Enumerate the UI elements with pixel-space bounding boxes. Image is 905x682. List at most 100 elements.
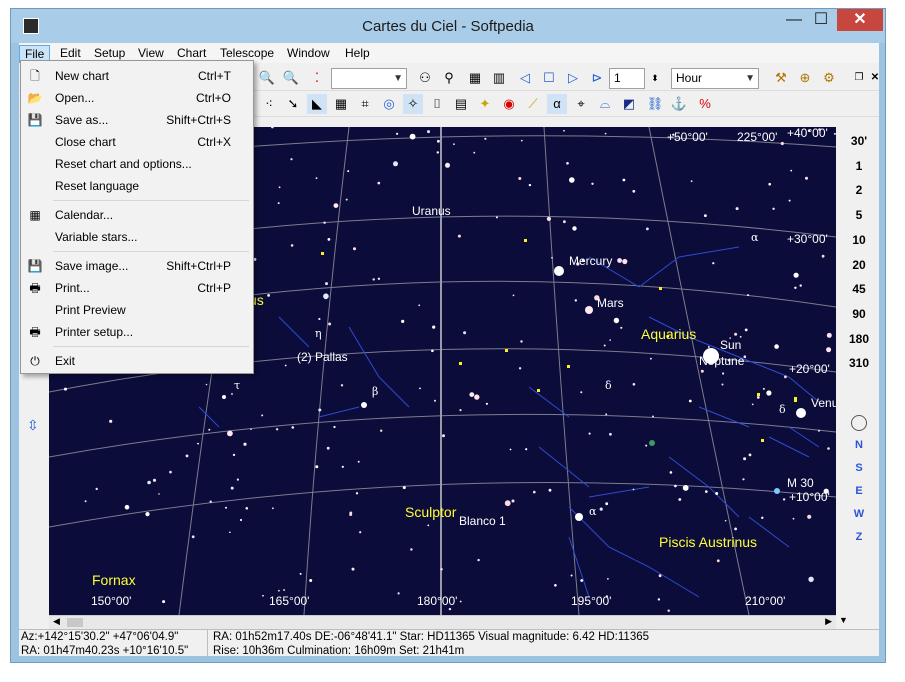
calendar-date-icon[interactable]: ▥ <box>489 68 509 88</box>
menu-window[interactable]: Window <box>282 45 335 63</box>
star <box>231 393 233 395</box>
fov-button[interactable]: 5 <box>839 208 879 222</box>
direction-button-z[interactable]: Z <box>851 531 867 547</box>
star <box>566 162 569 165</box>
fov-button[interactable]: 310 <box>839 356 879 370</box>
stars-icon[interactable]: ✦ <box>475 94 495 114</box>
file-menu-item-variable-stars[interactable]: Variable stars... <box>21 226 253 248</box>
horizontal-scrollbar[interactable]: ◀ ▶ <box>49 615 836 629</box>
step-back-icon[interactable]: ◁ <box>515 68 535 88</box>
file-menu-item-calendar[interactable]: ▦ Calendar... <box>21 204 253 226</box>
scroll-right-icon[interactable]: ▶ <box>825 616 832 627</box>
scroll-left-icon[interactable]: ◀ <box>53 616 60 627</box>
star <box>349 513 353 516</box>
step-value-input[interactable]: 1 <box>609 68 645 89</box>
direction-button-e[interactable]: E <box>851 485 867 501</box>
file-menu-item-print-preview[interactable]: Print Preview <box>21 299 253 321</box>
direction-button-n[interactable]: N <box>851 439 867 455</box>
fov-button[interactable]: 20 <box>839 258 879 272</box>
save-image-icon: 💾 <box>27 259 43 273</box>
star <box>572 226 577 231</box>
milky-way-icon[interactable]: ◣ <box>307 94 327 114</box>
star <box>827 447 830 450</box>
file-menu-item-close-chart[interactable]: Close chart Ctrl+X <box>21 131 253 153</box>
calendar-icon[interactable]: ▦ <box>465 68 485 88</box>
scroll-arrows-icon[interactable]: ⇳ <box>27 417 39 434</box>
zenith-globe-icon[interactable] <box>851 415 867 431</box>
file-menu-item-printer-setup[interactable]: 🖶 Printer setup... <box>21 321 253 343</box>
close-child-icon[interactable]: ✕ <box>865 68 885 88</box>
fov-button[interactable]: 2 <box>839 183 879 197</box>
anchor-icon[interactable]: ⚓ <box>669 94 689 114</box>
file-menu-item-print[interactable]: 🖶 Print... Ctrl+P <box>21 277 253 299</box>
fov-button[interactable]: 180 <box>839 332 879 346</box>
eq-grid-icon[interactable]: ⌗ <box>355 94 375 114</box>
constellation-lines-icon[interactable]: ✧ <box>403 94 423 114</box>
horizon-icon[interactable]: ⌓ <box>595 94 615 114</box>
observer-icon[interactable]: ⚲ <box>439 68 459 88</box>
fov-button[interactable]: 10 <box>839 233 879 247</box>
star <box>609 339 611 341</box>
fov-button[interactable]: 1 <box>839 159 879 173</box>
minor-body-marker <box>794 399 797 402</box>
star <box>147 480 151 485</box>
step-forward-icon[interactable]: ▷ <box>563 68 583 88</box>
file-menu-label: Print Preview <box>55 303 126 317</box>
grid-coordinate-label: 225°00' <box>737 130 777 144</box>
file-menu-item-reset-chart-and-options[interactable]: Reset chart and options... <box>21 153 253 175</box>
ruler-icon[interactable]: ⟋ <box>523 94 543 114</box>
star <box>440 568 443 571</box>
grid-icon[interactable]: ▦ <box>331 94 351 114</box>
scroll-thumb[interactable] <box>67 618 83 627</box>
constellation-line <box>708 486 740 518</box>
constellation-boundary-icon[interactable]: ⌷ <box>427 94 447 114</box>
close-button[interactable]: ✕ <box>837 9 883 31</box>
percent-icon[interactable]: % <box>695 94 715 114</box>
star <box>401 319 405 323</box>
title-bar[interactable]: Cartes du Ciel - Softpedia — ☐ ✕ <box>11 9 885 43</box>
star-pattern-icon[interactable]: ⁖ <box>259 94 279 114</box>
file-menu-item-save-as[interactable]: 💾 Save as... Shift+Ctrl+S <box>21 109 253 131</box>
fov-button[interactable]: 90 <box>839 307 879 321</box>
file-menu-shortcut: Ctrl+T <box>198 69 231 83</box>
minimize-button[interactable]: — <box>781 9 807 31</box>
fov-button[interactable]: 30' <box>839 134 879 148</box>
zoom-in-icon[interactable]: 🔍 <box>257 68 277 88</box>
compass-icon[interactable]: ◎ <box>379 94 399 114</box>
telescope-icon[interactable]: ⚒ <box>771 68 791 88</box>
maximize-button[interactable]: ☐ <box>807 9 835 31</box>
direction-button-w[interactable]: W <box>851 508 867 524</box>
telescope-sync-icon[interactable]: ⚙ <box>819 68 839 88</box>
scroll-down-icon[interactable]: ▼ <box>839 615 853 629</box>
binoculars-icon[interactable]: ⚇ <box>415 68 435 88</box>
stop-icon[interactable]: ☐ <box>539 68 559 88</box>
target-icon[interactable]: ⊕ <box>795 68 815 88</box>
file-menu-item-save-image[interactable]: 💾 Save image... Shift+Ctrl+P <box>21 255 253 277</box>
hatch-icon[interactable]: ▤ <box>451 94 471 114</box>
file-menu-item-open[interactable]: 📂 Open... Ctrl+O <box>21 87 253 109</box>
file-menu-shortcut: Ctrl+X <box>197 135 231 149</box>
menu-help[interactable]: Help <box>340 45 375 63</box>
ground-icon[interactable]: ◩ <box>619 94 639 114</box>
link-icon[interactable]: ⛓ <box>645 94 665 114</box>
fast-forward-icon[interactable]: ⊳ <box>587 68 607 88</box>
fov-button[interactable]: 45 <box>839 282 879 296</box>
pointer-icon[interactable]: ➘ <box>283 94 303 114</box>
file-menu-item-reset-language[interactable]: Reset language <box>21 175 253 197</box>
constellation-line <box>378 376 410 408</box>
star <box>724 519 727 522</box>
zoom-out-icon[interactable]: 🔍 <box>281 68 301 88</box>
direction-button-s[interactable]: S <box>851 462 867 478</box>
bullseye-icon[interactable]: ◉ <box>499 94 519 114</box>
constellation-line <box>318 406 360 418</box>
object-search-combo[interactable]: ▼ <box>331 68 407 89</box>
star <box>239 518 243 522</box>
star <box>326 446 330 450</box>
file-menu-item-new-chart[interactable]: 🗋 New chart Ctrl+T <box>21 65 253 87</box>
file-menu-item-exit[interactable]: ⏻ Exit <box>21 350 253 372</box>
labels-icon[interactable]: ⌖ <box>571 94 591 114</box>
alpha-labels-icon[interactable]: α <box>547 94 567 114</box>
marker-icon[interactable]: ⁚ <box>307 68 327 88</box>
step-spinner-icon[interactable]: ⬍ <box>645 68 665 88</box>
time-unit-select[interactable]: Hour ▼ <box>671 68 759 89</box>
